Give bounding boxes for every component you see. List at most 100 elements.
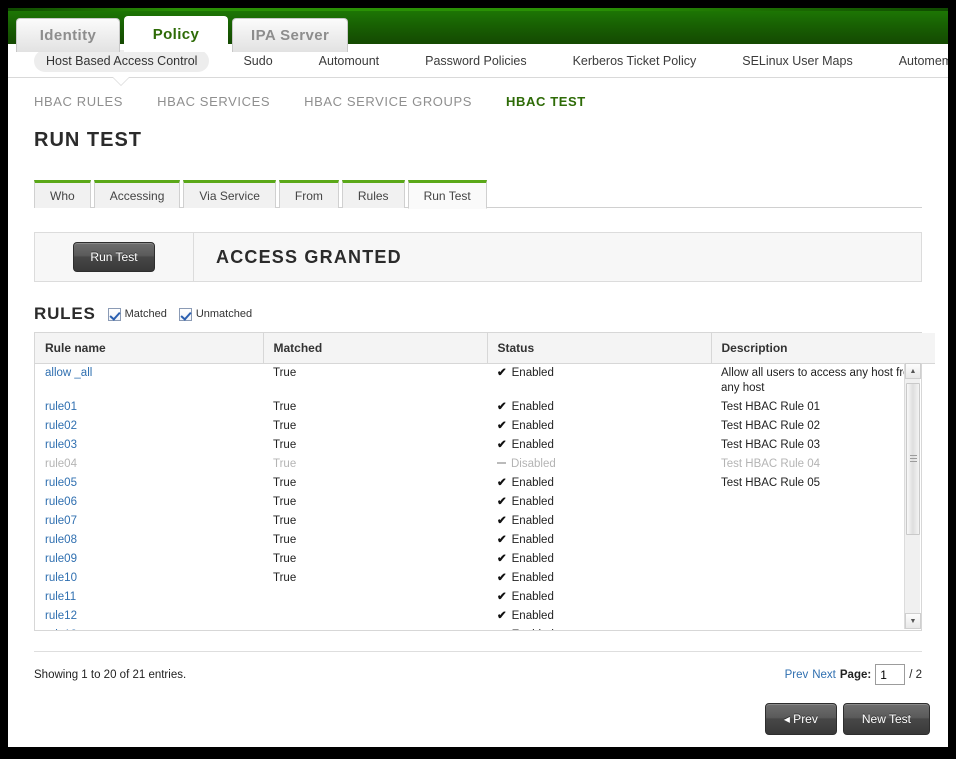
table-row: allow _all True ✔ Enabled Allow all users to…: [35, 364, 921, 398]
top-tab-policy[interactable]: Policy: [124, 16, 228, 52]
subnav-item-sudo[interactable]: Sudo: [231, 50, 284, 72]
pagination-next-link[interactable]: Next: [812, 669, 836, 681]
wizard-tab-rules[interactable]: Rules: [341, 180, 405, 208]
rule-link[interactable]: rule12: [45, 610, 77, 622]
new-test-button[interactable]: New Test: [842, 703, 930, 735]
rule-link[interactable]: rule10: [45, 572, 77, 584]
cell-description: Test HBAC Rule 01: [721, 401, 821, 413]
rules-section-heading: RULES Matched Unmatched: [34, 304, 922, 324]
subnav-label-hbac: Host Based Access Control: [46, 53, 198, 68]
rule-link[interactable]: rule01: [45, 401, 77, 413]
top-tab-identity[interactable]: Identity: [16, 18, 120, 52]
wizard-tab-run-test[interactable]: Run Test: [407, 180, 487, 209]
checkbox-matched-icon[interactable]: [107, 307, 121, 321]
status-text: Enabled: [511, 496, 554, 508]
scrollbar-thumb[interactable]: [906, 383, 920, 535]
cell-description: [711, 626, 921, 630]
scroll-down-arrow-icon[interactable]: ▼: [905, 613, 921, 629]
wizard-tab-accessing[interactable]: Accessing: [93, 180, 181, 208]
rule-link[interactable]: rule13: [45, 629, 77, 630]
table-vertical-scrollbar[interactable]: ▲ ▼: [904, 363, 921, 629]
rule-link[interactable]: rule02: [45, 420, 77, 432]
subnav-item-selinux-user-maps[interactable]: SELinux User Maps: [730, 50, 864, 72]
subnav-item-password-policies[interactable]: Password Policies: [413, 50, 538, 72]
status-text: Disabled: [511, 458, 556, 470]
wizard-tab-who-label: Who: [50, 188, 75, 203]
status-enabled-icon: ✔: [497, 553, 507, 565]
facet-tab-hbac-test-label: HBAC TEST: [506, 94, 586, 109]
wizard-tab-from[interactable]: From: [278, 180, 339, 208]
rule-link[interactable]: rule06: [45, 496, 77, 508]
scroll-up-arrow-icon[interactable]: ▲: [905, 363, 921, 379]
checkbox-unmatched-label[interactable]: Unmatched: [196, 308, 252, 320]
status-enabled-icon: ✔: [497, 477, 507, 489]
subnav-item-host-based-access-control[interactable]: Host Based Access Control: [34, 49, 210, 72]
status-enabled-icon: ✔: [497, 439, 507, 451]
cell-description: [711, 550, 921, 569]
cell-rule-name: rule01: [35, 398, 263, 417]
status-text: Enabled: [511, 367, 554, 379]
table-row: rule03 True ✔ Enabled Test HBAC Rule 03: [35, 436, 921, 455]
subnav-label-automount: Automount: [318, 53, 380, 68]
rule-link[interactable]: rule07: [45, 515, 77, 527]
rule-link[interactable]: rule03: [45, 439, 77, 451]
cell-rule-name: rule07: [35, 512, 263, 531]
cell-matched: True: [273, 496, 297, 508]
table-row: rule01 True ✔ Enabled Test HBAC Rule 01: [35, 398, 921, 417]
rule-link[interactable]: rule08: [45, 534, 77, 546]
rule-link[interactable]: rule05: [45, 477, 77, 489]
facet-tab-hbac-services[interactable]: HBAC SERVICES: [157, 94, 270, 109]
wizard-tab-who[interactable]: Who: [34, 180, 91, 208]
cell-description: Test HBAC Rule 03: [721, 439, 821, 451]
subnav-item-kerberos-ticket-policy[interactable]: Kerberos Ticket Policy: [561, 50, 709, 72]
cell-status: ✔ Enabled: [487, 588, 711, 607]
facet-tab-hbac-service-groups[interactable]: HBAC SERVICE GROUPS: [304, 94, 472, 109]
cell-description: Allow all users to access any host from …: [721, 367, 920, 394]
cell-status: ✔ Enabled: [487, 607, 711, 626]
screenshot-frame: Identity Policy IPA Server Host Based Ac…: [0, 0, 956, 759]
cell-matched: True: [273, 553, 297, 565]
rules-table-scroll-area[interactable]: allow _all True ✔ Enabled Allow all users to…: [35, 364, 921, 630]
pagination-prev-link[interactable]: Prev: [785, 669, 809, 681]
cell-description: Test HBAC Rule 05: [721, 477, 821, 489]
cell-matched: True: [273, 439, 297, 451]
rule-link[interactable]: allow _all: [45, 367, 92, 379]
column-header-matched[interactable]: Matched: [263, 333, 488, 364]
checkbox-unmatched-icon[interactable]: [178, 307, 192, 321]
rule-link[interactable]: rule09: [45, 553, 77, 565]
rule-link[interactable]: rule11: [45, 591, 76, 603]
status-text: Enabled: [511, 591, 554, 603]
filter-matched[interactable]: Matched: [107, 307, 167, 321]
status-text: Enabled: [512, 629, 554, 630]
scrollbar-grip-icon: [910, 455, 917, 463]
cell-rule-name: rule04: [35, 455, 263, 474]
facet-tab-hbac-rules-label: HBAC RULES: [34, 94, 124, 109]
pagination-controls: Prev Next Page: / 2: [785, 664, 922, 685]
cell-description: [711, 607, 921, 626]
cell-matched: True: [273, 367, 297, 379]
cell-status: ✔ Enabled: [487, 364, 711, 398]
cell-status: ✔ Enabled: [487, 493, 711, 512]
top-tab-ipa-server[interactable]: IPA Server: [232, 18, 349, 52]
cell-matched: [263, 626, 487, 630]
rule-link[interactable]: rule04: [45, 458, 77, 470]
facet-tab-hbac-test[interactable]: HBAC TEST: [506, 94, 586, 109]
facet-tab-hbac-rules[interactable]: HBAC RULES: [34, 94, 123, 109]
facet-tab-hbac-service-groups-label: HBAC SERVICE GROUPS: [304, 94, 473, 109]
status-enabled-icon: ✔: [497, 367, 507, 379]
column-header-rule-name[interactable]: Rule name: [35, 333, 264, 364]
pagination-page-input[interactable]: [875, 664, 906, 685]
status-disabled-icon: [497, 461, 506, 464]
run-test-button[interactable]: Run Test: [73, 242, 155, 272]
rules-table-body: allow _all True ✔ Enabled Allow all users to…: [35, 364, 921, 630]
subnav-item-automount[interactable]: Automount: [307, 50, 391, 72]
subnav-item-automember[interactable]: Automember: [887, 50, 948, 72]
column-header-description[interactable]: Description: [711, 333, 935, 364]
prev-button[interactable]: ◂ Prev: [764, 703, 837, 735]
checkbox-matched-label[interactable]: Matched: [125, 308, 167, 320]
wizard-tab-via-service[interactable]: Via Service: [183, 180, 276, 208]
table-row: rule11 ✔ Enabled: [35, 588, 921, 607]
filter-unmatched[interactable]: Unmatched: [178, 307, 252, 321]
subnav-label-sudo: Sudo: [243, 53, 273, 68]
column-header-status[interactable]: Status: [487, 333, 712, 364]
